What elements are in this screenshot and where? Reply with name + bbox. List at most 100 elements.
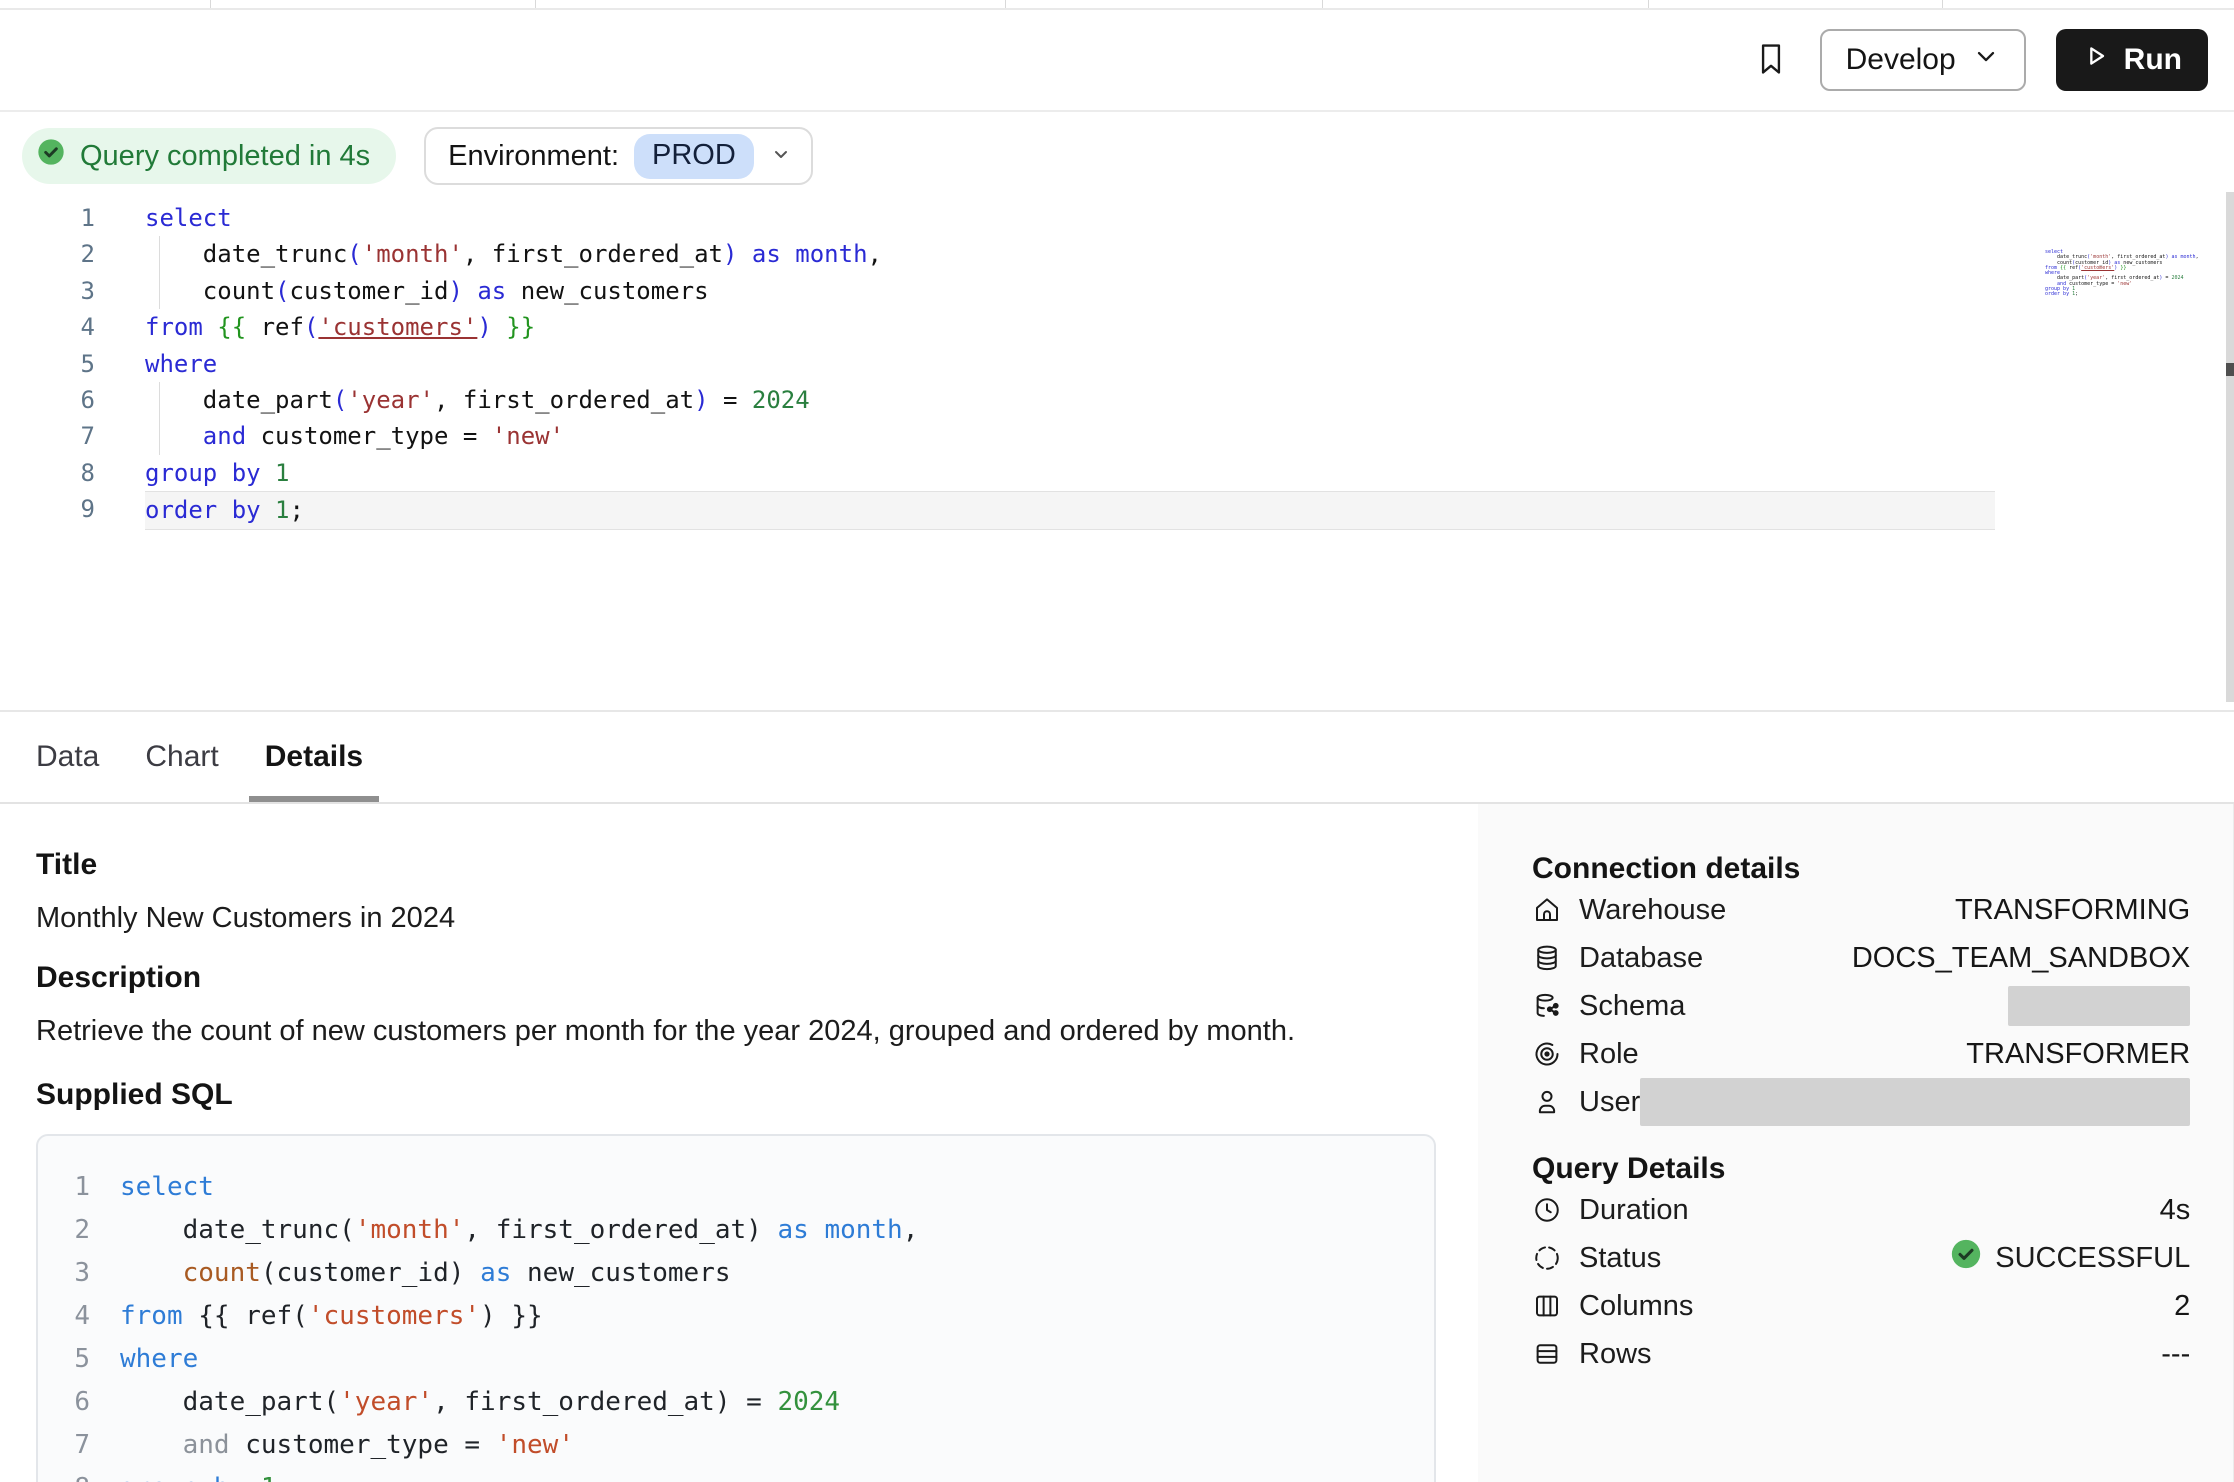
redacted-user-value <box>1640 1078 2190 1126</box>
rows-icon <box>1532 1339 1562 1369</box>
line-number: 4 <box>38 1295 90 1338</box>
row-label: Columns <box>1579 1290 1693 1323</box>
code-line: 2 date_trunc('month', first_ordered_at) … <box>38 1209 1434 1252</box>
bookmark-button[interactable] <box>1752 36 1790 85</box>
line-number: 2 <box>0 236 95 272</box>
supplied-sql-heading: Supplied SQL <box>36 1078 1438 1112</box>
connection-row-schema: Schema <box>1532 982 2190 1030</box>
redacted-schema-value <box>2008 986 2190 1026</box>
title-heading: Title <box>36 848 1438 882</box>
app-window: Develop Run Query <box>0 0 2234 1482</box>
code-line: 6 date_part('year', first_ordered_at) = … <box>0 382 2234 418</box>
code-line: 4from {{ ref('customers') }} <box>0 309 2234 345</box>
row-label: Rows <box>1579 1338 1652 1371</box>
description-heading: Description <box>36 961 1438 995</box>
line-number: 3 <box>38 1252 90 1295</box>
develop-button-label: Develop <box>1846 43 1956 77</box>
title-value: Monthly New Customers in 2024 <box>36 902 1438 935</box>
query-details-heading: Query Details <box>1532 1152 2190 1186</box>
run-button-label: Run <box>2124 43 2182 77</box>
editor-code-lines: 1select2 date_trunc('month', first_order… <box>0 200 2234 530</box>
row-value: TRANSFORMER <box>1966 1038 2190 1071</box>
window-tab-strip <box>0 0 2234 10</box>
query-row-status: Status SUCCESSFUL <box>1532 1234 2190 1282</box>
environment-select[interactable]: Environment: PROD <box>424 127 813 185</box>
environment-value-pill: PROD <box>634 134 754 179</box>
warehouse-icon <box>1532 895 1562 925</box>
code-line: 2 date_trunc('month', first_ordered_at) … <box>0 236 2234 272</box>
row-label: Duration <box>1579 1194 1689 1227</box>
code-line: order by 1; <box>1995 292 2175 297</box>
description-value: Retrieve the count of new customers per … <box>36 1015 1438 1048</box>
line-number: 3 <box>0 273 95 309</box>
editor-minimap[interactable]: select date_trunc('month', first_ordered… <box>1995 194 2175 354</box>
check-circle-icon <box>35 136 67 176</box>
line-number: 5 <box>38 1338 90 1381</box>
connection-row-role: Role TRANSFORMER <box>1532 1030 2190 1078</box>
status-value: SUCCESSFUL <box>1949 1237 2190 1279</box>
row-value: TRANSFORMING <box>1955 894 2190 927</box>
bookmark-icon <box>1752 36 1790 85</box>
results-tab-bar: Data Chart Details <box>0 712 2234 804</box>
supplied-sql-block: 1select2 date_trunc('month', first_order… <box>36 1134 1436 1482</box>
user-icon <box>1532 1087 1562 1117</box>
row-label: Role <box>1579 1038 1639 1071</box>
code-line: 5where <box>0 346 2234 382</box>
success-check-icon <box>1949 1237 1983 1279</box>
row-value: DOCS_TEAM_SANDBOX <box>1852 942 2190 975</box>
row-value: --- <box>2161 1338 2190 1371</box>
details-panel: Title Monthly New Customers in 2024 Desc… <box>0 804 2234 1482</box>
query-row-duration: Duration 4s <box>1532 1186 2190 1234</box>
line-number: 8 <box>0 455 95 491</box>
line-number: 6 <box>38 1381 90 1424</box>
tab-chart[interactable]: Chart <box>145 712 218 802</box>
tab-details[interactable]: Details <box>265 712 363 802</box>
code-line: 8group by 1 <box>0 455 2234 491</box>
line-number: 9 <box>0 491 95 529</box>
line-number: 1 <box>38 1166 90 1209</box>
line-number: 5 <box>0 346 95 382</box>
connection-details-heading: Connection details <box>1532 852 2190 886</box>
query-row-rows: Rows --- <box>1532 1330 2190 1378</box>
row-value: 2 <box>2174 1290 2190 1323</box>
line-number: 2 <box>38 1209 90 1252</box>
details-main: Title Monthly New Customers in 2024 Desc… <box>0 804 1478 1482</box>
role-icon <box>1532 1039 1562 1069</box>
row-label: Status <box>1579 1242 1661 1275</box>
code-line: 7 and customer_type = 'new' <box>0 418 2234 454</box>
develop-button[interactable]: Develop <box>1820 29 2026 91</box>
editor-scrollbar[interactable] <box>2226 192 2234 702</box>
code-line: 5where <box>38 1338 1434 1381</box>
query-row-columns: Columns 2 <box>1532 1282 2190 1330</box>
line-number: 4 <box>0 309 95 345</box>
connection-row-warehouse: Warehouse TRANSFORMING <box>1532 886 2190 934</box>
play-icon <box>2082 42 2110 78</box>
code-line: 8group by 1 <box>38 1467 1434 1482</box>
code-line: 1select <box>38 1166 1434 1209</box>
row-value: SUCCESSFUL <box>1995 1242 2190 1275</box>
editor-scrollbar-thumb[interactable] <box>2226 363 2234 376</box>
row-label: Database <box>1579 942 1703 975</box>
line-number: 7 <box>0 418 95 454</box>
environment-label: Environment: <box>448 140 619 173</box>
code-line: 3 count(customer_id) as new_customers <box>38 1252 1434 1295</box>
query-status-text: Query completed in 4s <box>80 140 370 173</box>
code-line: 7 and customer_type = 'new' <box>38 1424 1434 1467</box>
connection-row-user: User <box>1532 1078 2190 1126</box>
status-spinner-icon <box>1532 1243 1562 1273</box>
line-number: 7 <box>38 1424 90 1467</box>
tab-data[interactable]: Data <box>36 712 99 802</box>
code-line: 6 date_part('year', first_ordered_at) = … <box>38 1381 1434 1424</box>
duration-icon <box>1532 1195 1562 1225</box>
code-line: 9order by 1; <box>0 491 2234 529</box>
code-line: 4from {{ ref('customers') }} <box>38 1295 1434 1338</box>
line-number: 1 <box>0 200 95 236</box>
columns-icon <box>1532 1291 1562 1321</box>
row-value: 4s <box>2160 1194 2191 1227</box>
chevron-down-icon <box>1972 42 2000 78</box>
connection-details-panel: Connection details Warehouse TRANSFORMIN… <box>1478 804 2234 1482</box>
code-line: 1select <box>0 200 2234 236</box>
run-button[interactable]: Run <box>2056 29 2208 91</box>
row-label: Schema <box>1579 990 1685 1023</box>
sql-editor[interactable]: 1select2 date_trunc('month', first_order… <box>0 200 2234 712</box>
